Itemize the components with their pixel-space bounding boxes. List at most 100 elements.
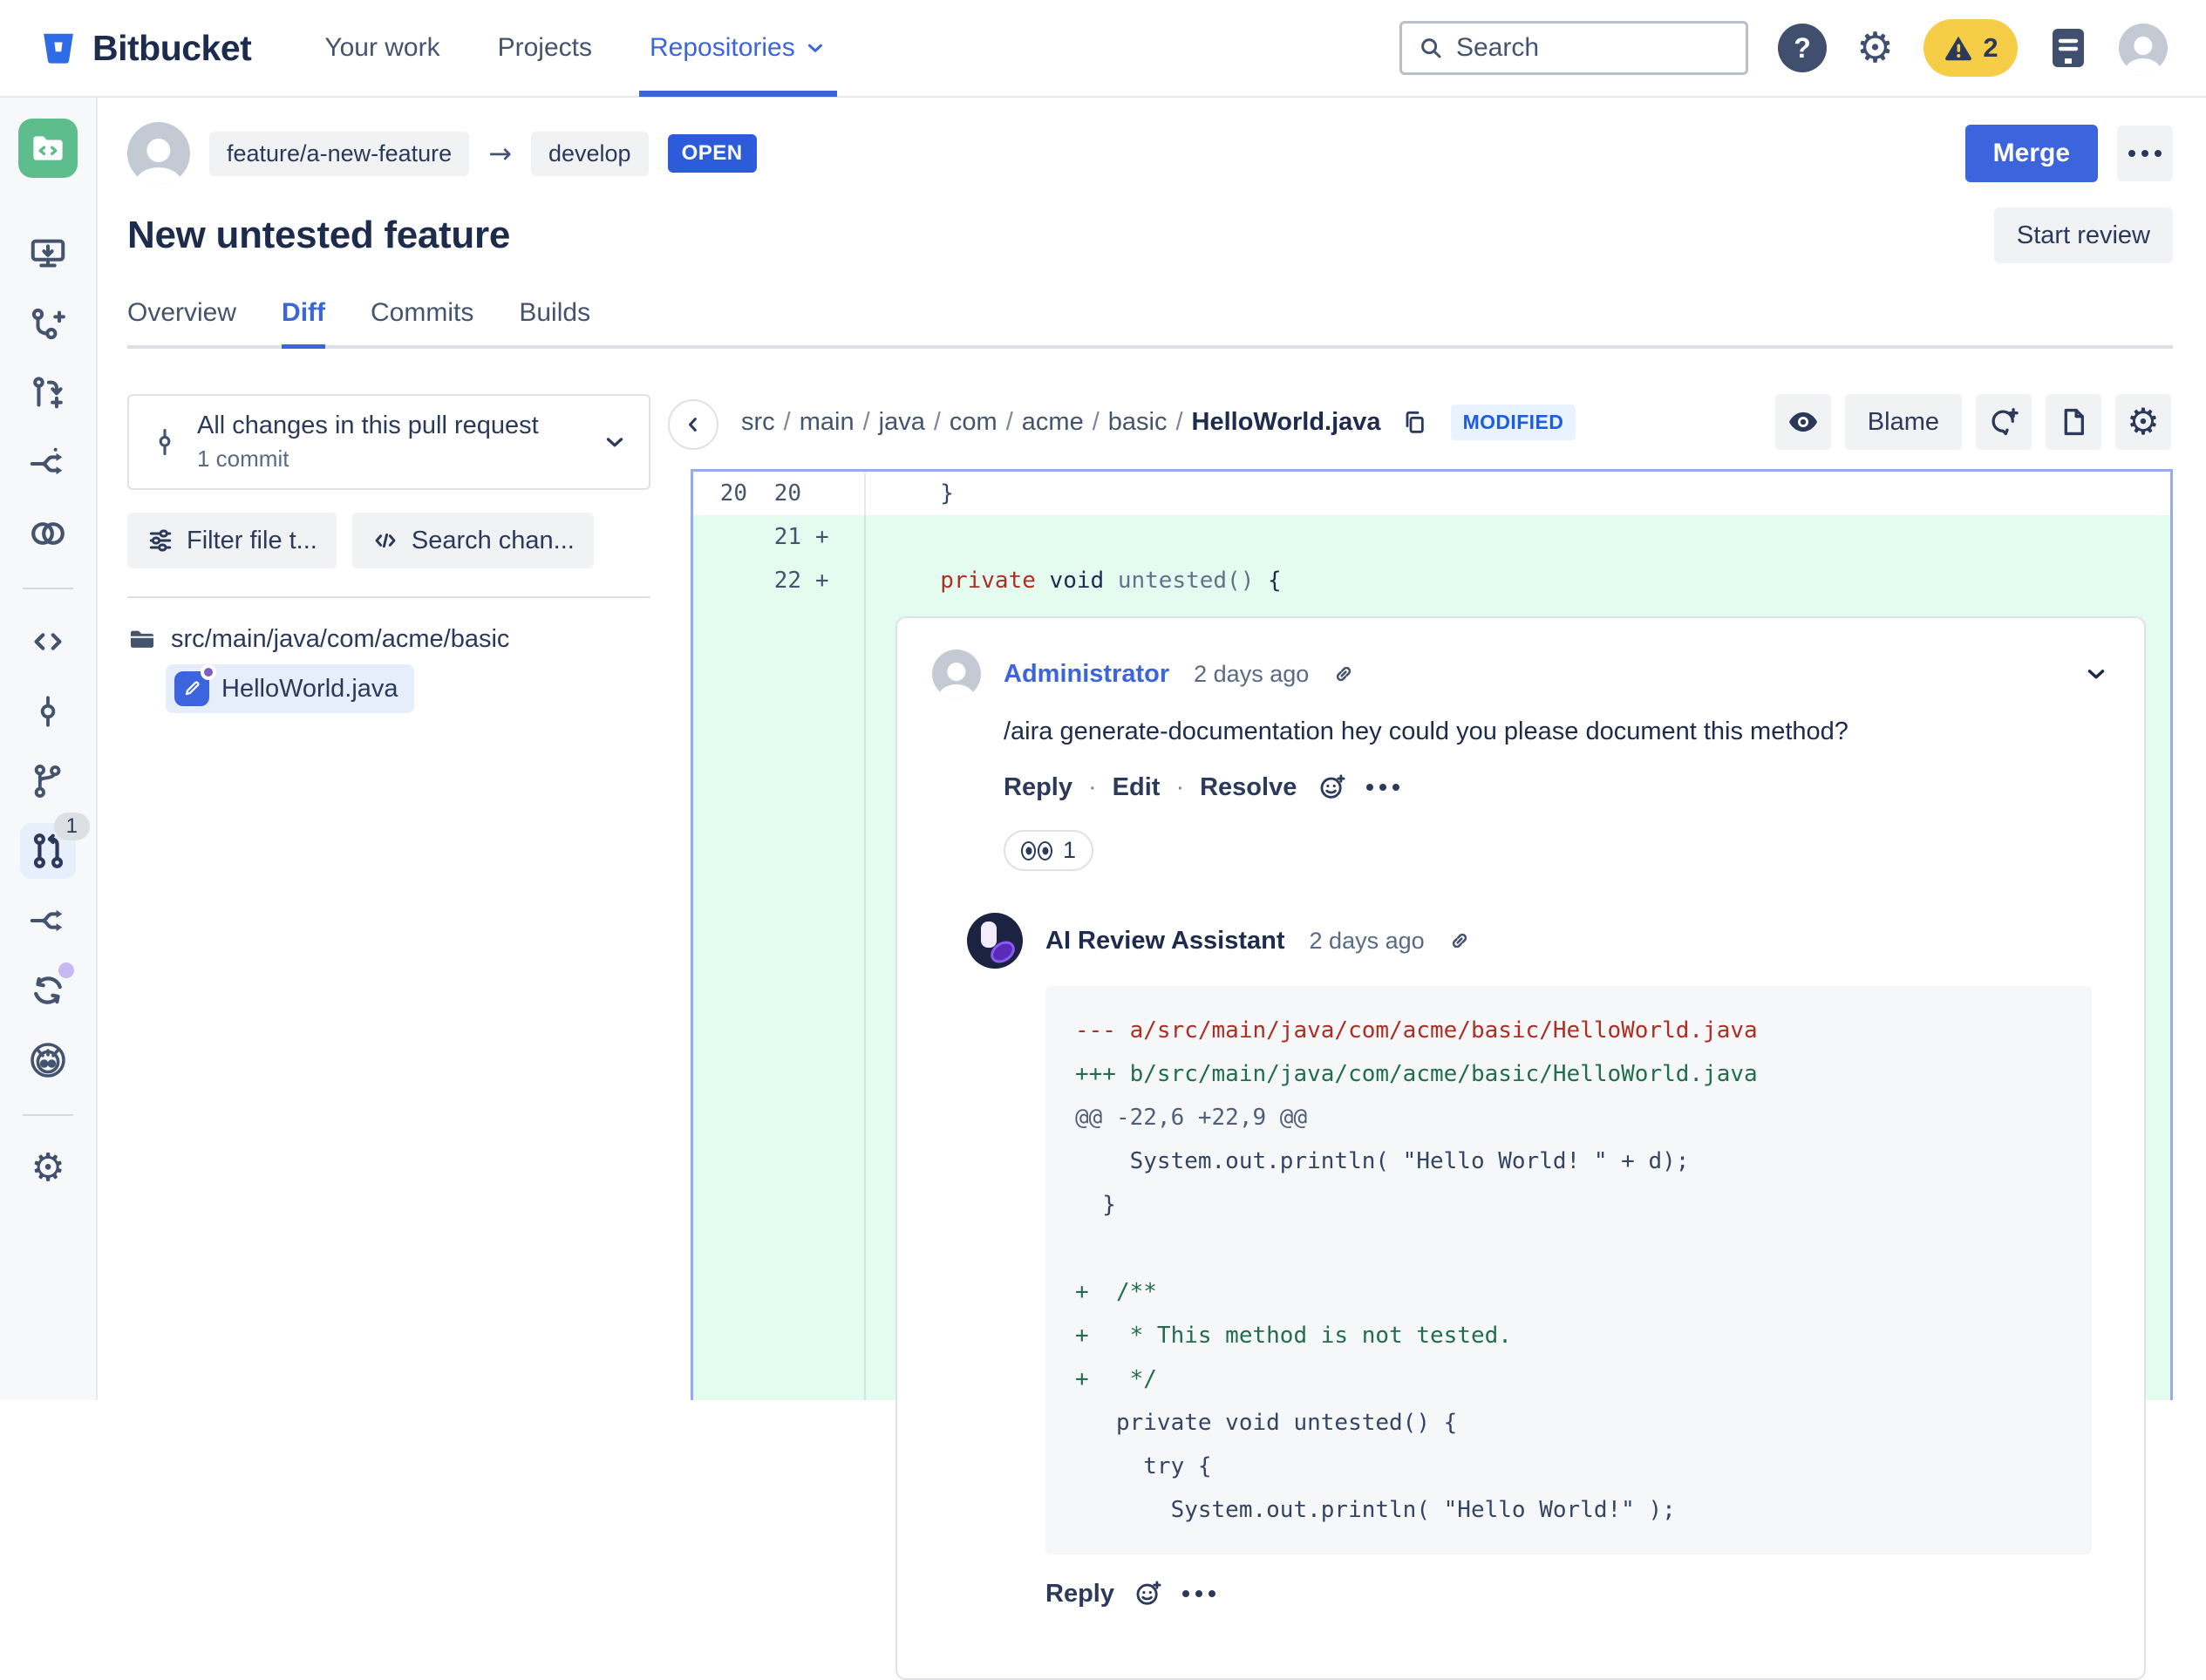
code-line: try { xyxy=(1075,1453,1212,1479)
filter-file-tree-button[interactable]: Filter file t... xyxy=(127,513,337,568)
reply-action[interactable]: Reply xyxy=(1004,773,1072,802)
code-line: + */ xyxy=(1075,1366,1157,1392)
help-icon[interactable]: ? xyxy=(1777,24,1827,72)
clone-button[interactable] xyxy=(20,227,76,282)
compare-branches-button[interactable] xyxy=(20,506,76,561)
reply-action[interactable]: Reply xyxy=(1045,1580,1114,1609)
create-branch-button[interactable] xyxy=(20,296,76,352)
more-options-button[interactable] xyxy=(2117,126,2173,181)
source-code-button[interactable] xyxy=(20,614,76,670)
file-status-badge: MODIFIED xyxy=(1450,404,1576,440)
pull-requests-button[interactable]: 1 xyxy=(20,813,90,879)
reply-header: AI Review Assistant 2 days ago xyxy=(967,913,2109,969)
left-sidebar: 1 ⚙ xyxy=(0,98,98,1400)
search-input[interactable] xyxy=(1455,33,1730,63)
user-avatar[interactable] xyxy=(2119,24,2168,72)
security-owl-button[interactable] xyxy=(20,1032,76,1088)
brand-name: Bitbucket xyxy=(92,27,252,68)
reaction-count: 1 xyxy=(1063,837,1077,863)
folder-path: src/main/java/com/acme/basic xyxy=(171,624,510,653)
comment-more-options[interactable] xyxy=(1366,784,1400,791)
start-review-button[interactable]: Start review xyxy=(1993,207,2173,263)
global-search[interactable] xyxy=(1399,21,1748,75)
permalink-icon[interactable] xyxy=(1331,662,1356,686)
tab-commits[interactable]: Commits xyxy=(371,298,473,345)
top-navigation: Bitbucket Your work Projects Repositorie… xyxy=(0,0,2206,98)
feedback-journal-icon[interactable] xyxy=(2047,25,2089,71)
comment-author[interactable]: Administrator xyxy=(1004,660,1169,689)
search-changes-button[interactable]: Search chan... xyxy=(351,513,594,568)
repo-settings-button[interactable]: ⚙ xyxy=(20,1140,76,1196)
pr-title-row: New untested feature Start review xyxy=(127,207,2173,263)
commit-selector[interactable]: All changes in this pull request 1 commi… xyxy=(127,394,650,490)
code-line: --- a/src/main/java/com/acme/basic/Hello… xyxy=(1075,1017,1758,1044)
code-line: private void untested() { xyxy=(1075,1410,1458,1436)
merge-button[interactable]: Merge xyxy=(1964,125,2098,182)
nav-repositories[interactable]: Repositories xyxy=(638,0,837,97)
diff-panel: src / main / java / com / acme / basic / HelloWorld.… xyxy=(668,394,2173,1680)
chevron-down-icon xyxy=(602,429,628,455)
bitbucket-mark-icon xyxy=(38,28,78,68)
compare-fork-button[interactable] xyxy=(20,436,76,492)
breadcrumb-file-name: HelloWorld.java xyxy=(1191,407,1381,436)
collapse-panel-button[interactable] xyxy=(668,399,718,450)
comment-header: Administrator 2 days ago xyxy=(932,650,2109,698)
source-branch-chip[interactable]: feature/a-new-feature xyxy=(209,131,470,176)
commit-selector-subtitle: 1 commit xyxy=(197,446,289,472)
repository-avatar[interactable] xyxy=(18,119,78,178)
eyes-reaction-pill[interactable]: 1 xyxy=(1004,830,1094,871)
warnings-button[interactable]: 2 xyxy=(1923,19,2018,77)
forks-button[interactable] xyxy=(20,893,76,949)
bitbucket-logo[interactable]: Bitbucket xyxy=(38,27,252,69)
ellipsis-icon xyxy=(1366,784,1400,791)
commit-selector-title: All changes in this pull request xyxy=(197,411,539,439)
code-line: @@ -22,6 +22,9 @@ xyxy=(1075,1105,1308,1131)
copy-path-button[interactable] xyxy=(1400,408,1428,436)
edit-action[interactable]: Edit xyxy=(1113,773,1161,802)
create-pull-request-button[interactable] xyxy=(20,366,76,422)
comment-author-avatar xyxy=(932,650,981,698)
pipelines-button[interactable] xyxy=(20,962,76,1018)
folder-icon xyxy=(127,624,157,654)
pull-request-count-badge: 1 xyxy=(53,813,90,840)
file-tree-item-selected[interactable]: HelloWorld.java xyxy=(166,664,414,713)
changes-panel: All changes in this pull request 1 commi… xyxy=(127,394,650,1400)
primary-nav: Your work Projects Repositories xyxy=(324,0,837,97)
modified-file-icon xyxy=(174,664,216,706)
diff-line-21[interactable]: 21 + xyxy=(693,515,2170,559)
branches-button[interactable] xyxy=(20,753,76,809)
sidebar-divider xyxy=(23,1114,73,1116)
add-reaction-icon[interactable] xyxy=(1317,772,1347,802)
diff-settings-button[interactable]: ⚙ xyxy=(2115,394,2171,450)
file-breadcrumb: src / main / java / com / acme / basic / HelloWorld.… xyxy=(741,407,1381,436)
settings-gear-icon[interactable]: ⚙ xyxy=(1856,27,1894,69)
code-search-icon xyxy=(371,527,399,554)
arrow-right-icon: → xyxy=(488,137,512,170)
commits-button[interactable] xyxy=(20,684,76,739)
nav-projects[interactable]: Projects xyxy=(498,0,592,97)
watch-file-button[interactable] xyxy=(1774,394,1831,450)
nav-your-work[interactable]: Your work xyxy=(324,0,439,97)
tab-diff[interactable]: Diff xyxy=(282,298,325,349)
tab-builds[interactable]: Builds xyxy=(519,298,590,345)
file-tree-folder[interactable]: src/main/java/com/acme/basic xyxy=(127,624,650,654)
add-reaction-icon[interactable] xyxy=(1134,1579,1163,1609)
reply-timestamp[interactable]: 2 days ago xyxy=(1310,928,1425,955)
collapse-comment-chevron[interactable] xyxy=(2083,661,2109,687)
diff-line-20[interactable]: 20 20 } xyxy=(693,472,2170,515)
reply-author[interactable]: AI Review Assistant xyxy=(1045,927,1285,956)
ellipsis-icon xyxy=(2128,150,2162,157)
add-comment-button[interactable] xyxy=(1976,394,2032,450)
code-line: + * This method is not tested. xyxy=(1075,1323,1512,1349)
target-branch-chip[interactable]: develop xyxy=(530,131,649,176)
comment-timestamp[interactable]: 2 days ago xyxy=(1194,661,1309,688)
view-file-button[interactable] xyxy=(2046,394,2101,450)
permalink-icon[interactable] xyxy=(1447,928,1472,953)
blame-button[interactable]: Blame xyxy=(1844,394,1962,450)
pr-author-avatar[interactable] xyxy=(127,122,190,185)
reply-more-options[interactable] xyxy=(1181,1590,1215,1597)
tab-overview[interactable]: Overview xyxy=(127,298,236,345)
diff-line-22[interactable]: 22 + private void untested() { xyxy=(693,559,2170,602)
resolve-action[interactable]: Resolve xyxy=(1200,773,1297,802)
